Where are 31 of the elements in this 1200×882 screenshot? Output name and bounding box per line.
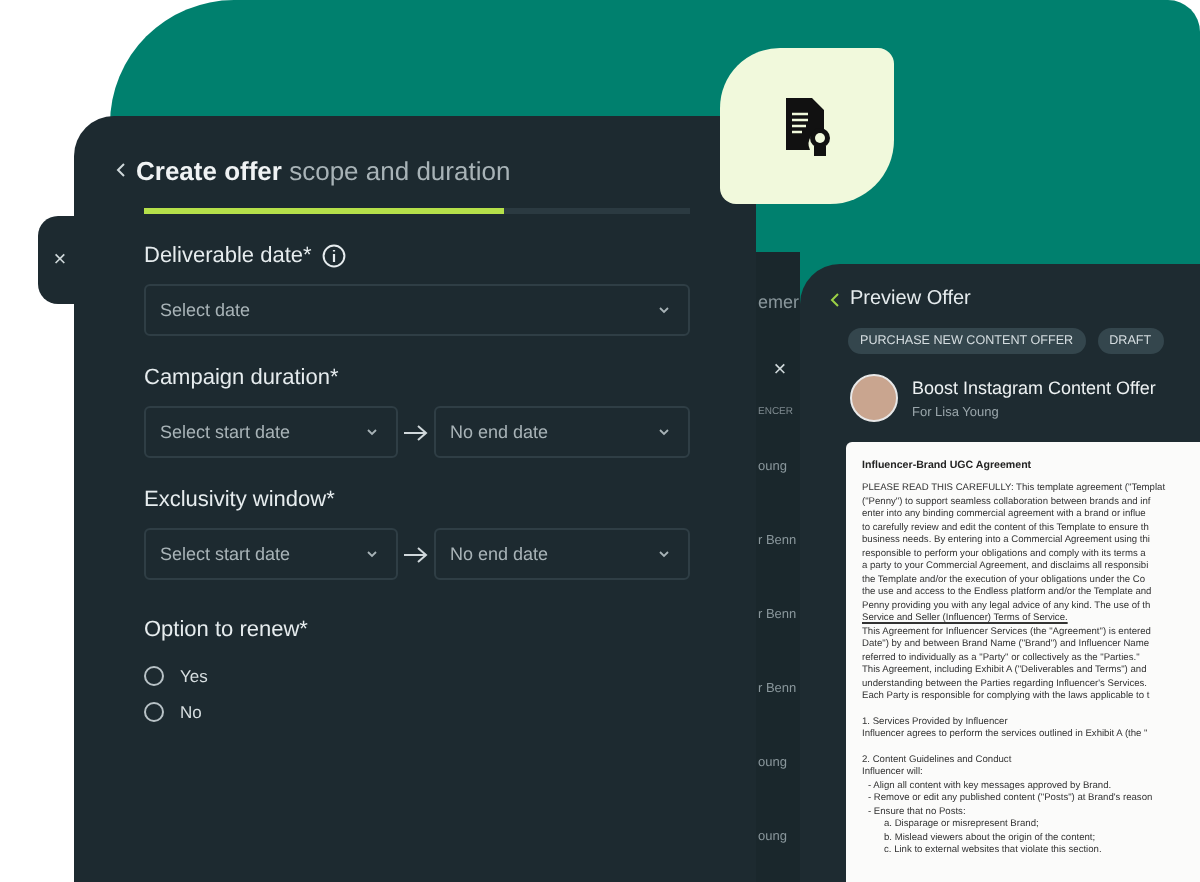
chevron-down-icon	[658, 306, 670, 314]
arrow-right-icon	[404, 546, 428, 564]
radio-label: No	[180, 702, 202, 722]
document-award-icon	[783, 97, 831, 155]
chevron-down-icon	[658, 428, 670, 436]
arrow-right-icon	[404, 424, 428, 442]
info-icon[interactable]	[321, 243, 346, 267]
field-label: Exclusivity window*	[144, 487, 335, 511]
radio-button[interactable]	[144, 666, 164, 686]
chevron-down-icon	[366, 550, 378, 558]
date-select[interactable]: No end date	[434, 528, 690, 580]
field-label: Campaign duration*	[144, 365, 339, 389]
date-select[interactable]: Select start date	[144, 528, 398, 580]
field-label: Deliverable date*	[144, 243, 312, 267]
offer-title: Boost Instagram Content Offer	[912, 377, 1156, 397]
date-select[interactable]: Select start date	[144, 406, 398, 458]
avatar	[850, 374, 898, 422]
radio-label: Yes	[180, 666, 208, 686]
date-select[interactable]: No end date	[434, 406, 690, 458]
chevron-down-icon	[366, 428, 378, 436]
radio-button[interactable]	[144, 702, 164, 722]
field-label: Option to renew*	[144, 617, 308, 641]
chevron-down-icon	[658, 550, 670, 558]
back-chevron-icon[interactable]	[830, 291, 840, 307]
form-title: Create offer scope and duration	[136, 155, 511, 185]
panel-title: Preview Offer	[850, 288, 971, 310]
close-button[interactable]: ×	[764, 340, 796, 400]
back-chevron-icon[interactable]	[116, 162, 126, 178]
panel-heading: emer	[756, 290, 800, 316]
date-select[interactable]: Select date	[144, 284, 690, 336]
close-button[interactable]: ×	[38, 216, 74, 304]
